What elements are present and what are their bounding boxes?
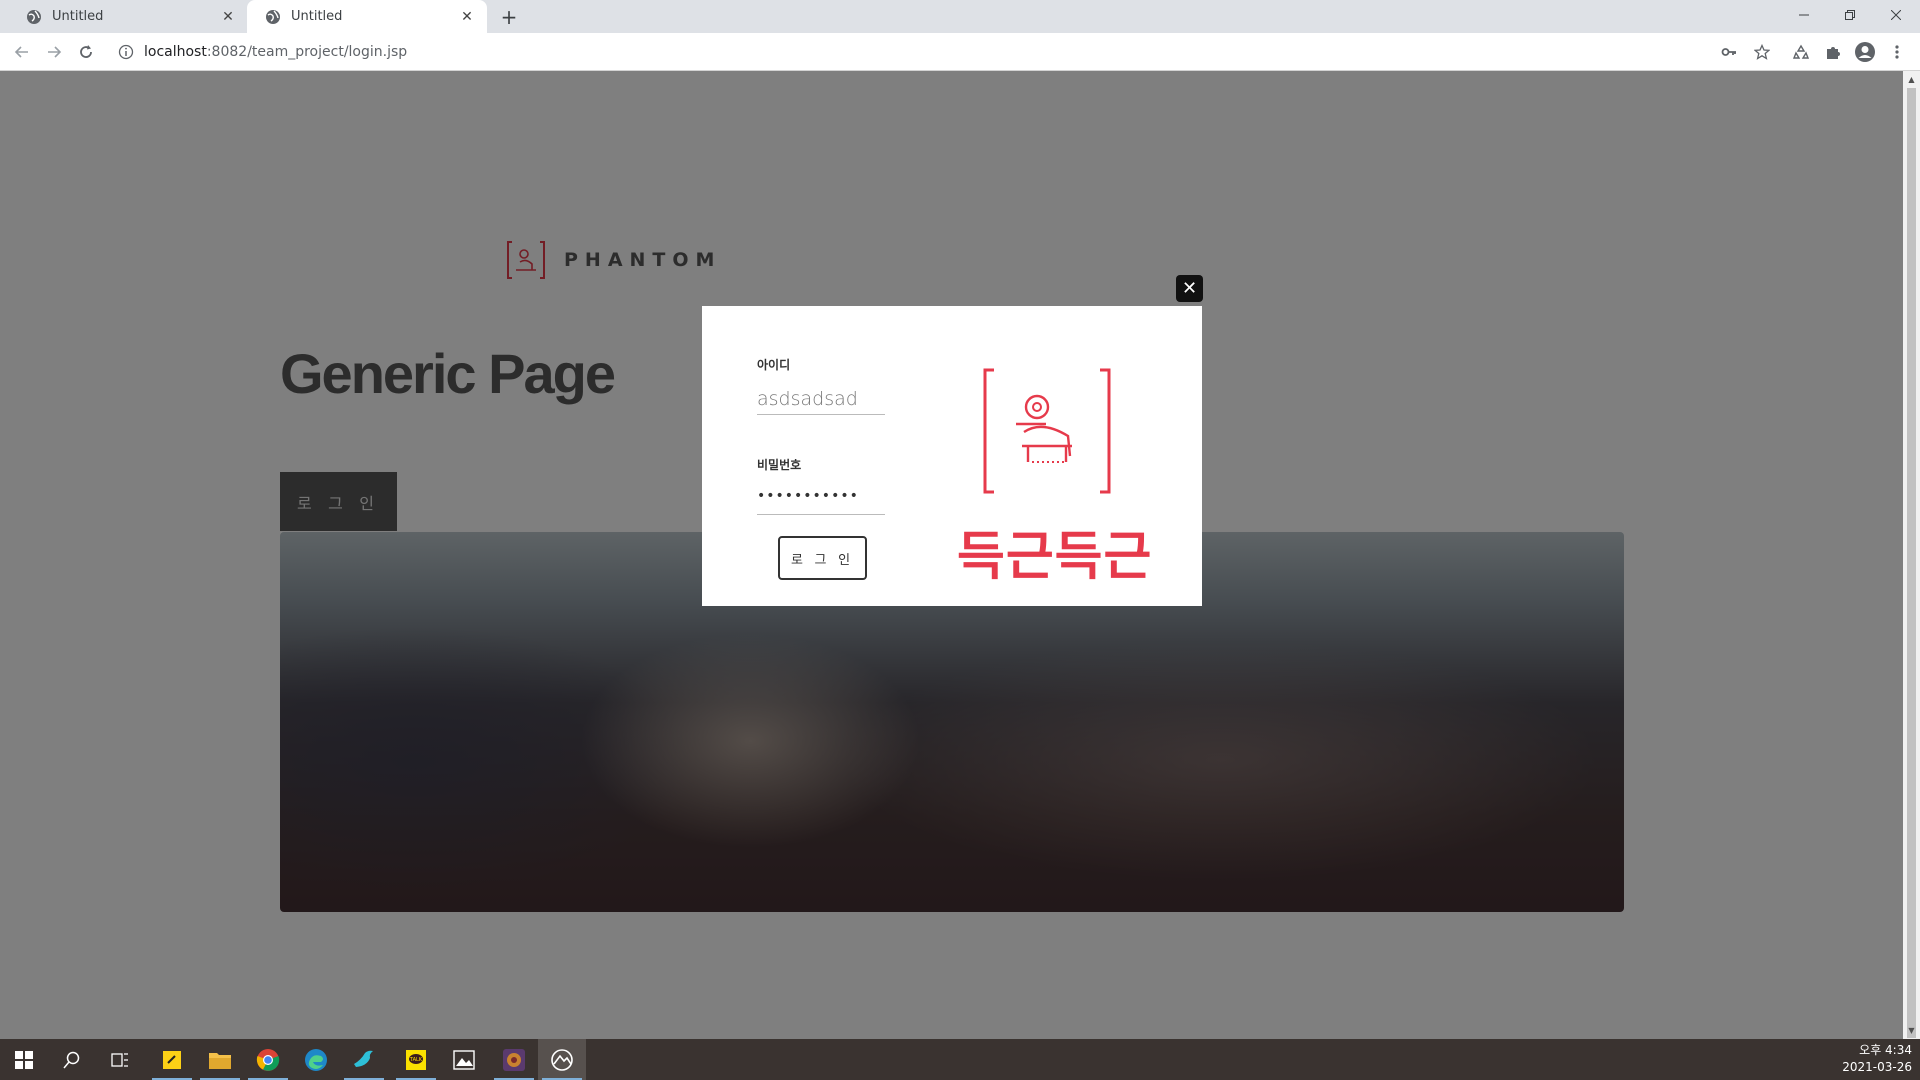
id-input[interactable]: asdsadsad — [757, 384, 885, 415]
brand-name: 득근득근 — [957, 527, 1153, 587]
globe-icon — [266, 9, 280, 24]
address-bar[interactable]: localhost:8082/team_project/login.jsp — [108, 37, 1748, 67]
minimize-icon[interactable] — [1781, 0, 1827, 29]
password-label: 비밀번호 — [757, 458, 802, 472]
reload-icon[interactable] — [72, 38, 100, 66]
login-modal: 아이디 asdsadsad 비밀번호 ••••••••••• 로 그 인 득근득… — [702, 306, 1202, 606]
forward-icon[interactable] — [40, 38, 68, 66]
system-clock[interactable]: 오후 4:34 2021-03-26 — [1842, 1042, 1912, 1076]
sticky-notes-icon[interactable] — [148, 1039, 196, 1080]
clock-time: 오후 4:34 — [1859, 1043, 1912, 1057]
edge-icon[interactable] — [292, 1039, 340, 1080]
clock-date: 2021-03-26 — [1842, 1060, 1912, 1074]
back-icon[interactable] — [8, 38, 36, 66]
game-app-icon[interactable] — [490, 1039, 538, 1080]
menu-kebab-icon[interactable] — [1886, 41, 1908, 63]
extensions-puzzle-icon[interactable] — [1822, 41, 1844, 63]
windows-start-icon[interactable] — [0, 1039, 48, 1080]
modal-login-button[interactable]: 로 그 인 — [778, 536, 867, 580]
scrollbar-thumb[interactable] — [1907, 88, 1916, 1038]
tab-strip: Untitled ✕ Untitled ✕ + — [0, 0, 1920, 33]
browser-toolbar: localhost:8082/team_project/login.jsp — [0, 33, 1920, 71]
kakaotalk-icon[interactable]: TALK — [392, 1039, 440, 1080]
profile-avatar-icon[interactable] — [1854, 41, 1876, 63]
gym-brand-icon — [983, 368, 1111, 494]
info-icon[interactable] — [118, 44, 134, 60]
chrome-icon[interactable] — [244, 1039, 292, 1080]
globe-icon — [27, 9, 41, 24]
tab-untitled-1[interactable]: Untitled ✕ — [8, 0, 248, 33]
key-icon[interactable] — [1718, 41, 1740, 63]
close-tab-icon[interactable]: ✕ — [220, 9, 236, 25]
recycle-extension-icon[interactable] — [1790, 41, 1812, 63]
scroll-up-icon[interactable]: ▲ — [1903, 71, 1920, 88]
search-icon[interactable] — [48, 1039, 96, 1080]
taskbar: TALK 오후 4:34 2021-03-26 — [0, 1039, 1920, 1080]
close-window-icon[interactable] — [1873, 0, 1919, 29]
photos-icon[interactable] — [440, 1039, 488, 1080]
close-modal-button[interactable]: ✕ — [1176, 275, 1203, 302]
scroll-down-icon[interactable]: ▼ — [1903, 1022, 1920, 1039]
tab-title: Untitled — [52, 9, 104, 24]
bird-app-icon[interactable] — [340, 1039, 388, 1080]
close-tab-icon[interactable]: ✕ — [459, 9, 475, 25]
tab-untitled-2[interactable]: Untitled ✕ — [247, 0, 487, 33]
restore-icon[interactable] — [1827, 0, 1873, 29]
bookmark-star-icon[interactable] — [1751, 41, 1773, 63]
id-label: 아이디 — [757, 358, 791, 372]
password-input[interactable]: ••••••••••• — [757, 484, 885, 515]
page-scrollbar[interactable]: ▲ ▼ — [1903, 71, 1920, 1039]
url-host: localhost — [144, 44, 207, 60]
tab-title: Untitled — [291, 9, 343, 24]
page-viewport: PHANTOM Generic Page 로 그 인 ✕ 아이디 asdsads… — [0, 71, 1903, 1039]
url-path: :8082/team_project/login.jsp — [206, 44, 408, 60]
new-tab-button[interactable]: + — [496, 4, 522, 30]
file-explorer-icon[interactable] — [196, 1039, 244, 1080]
close-icon: ✕ — [1181, 278, 1198, 299]
svg-text:TALK: TALK — [409, 1057, 423, 1063]
url-text[interactable]: localhost:8082/team_project/login.jsp — [144, 44, 407, 60]
active-app-icon[interactable] — [538, 1039, 586, 1080]
task-view-icon[interactable] — [96, 1039, 144, 1080]
